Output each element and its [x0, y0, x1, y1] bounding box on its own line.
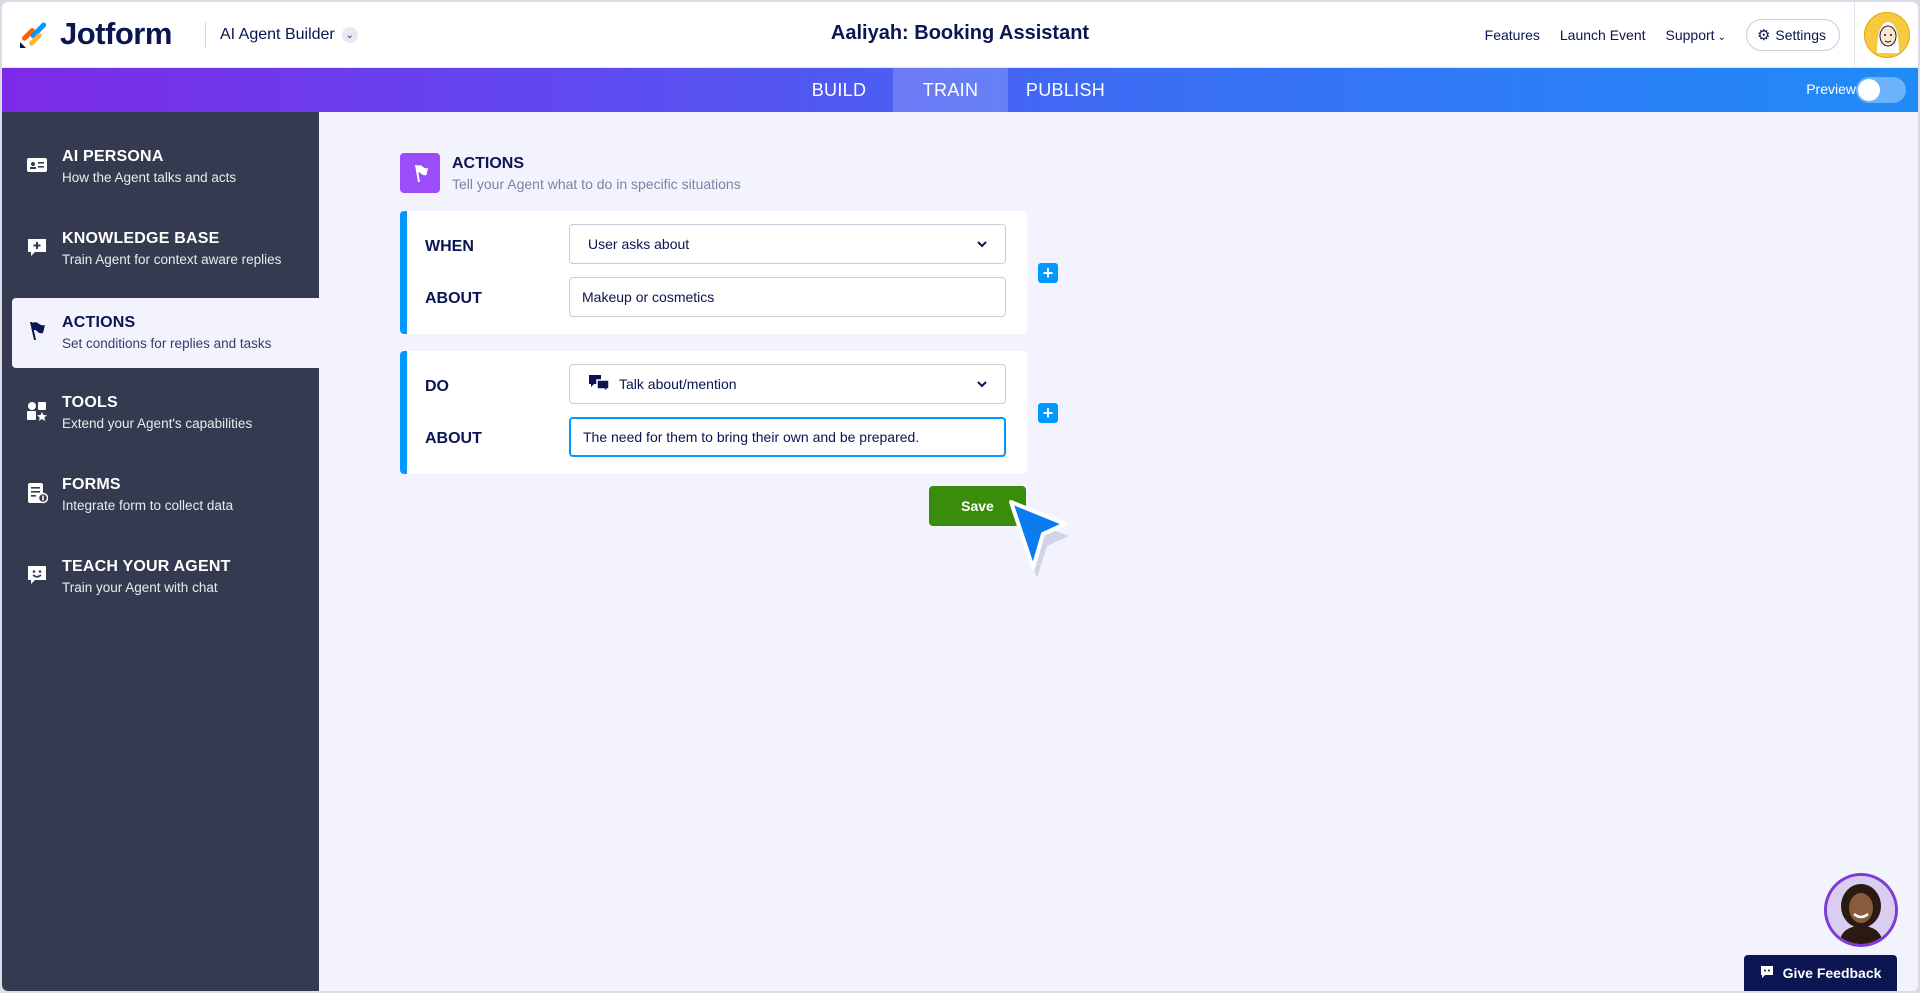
smile-chat-icon	[26, 564, 48, 586]
add-condition-button[interactable]: +	[1038, 263, 1058, 283]
sidebar-item-forms[interactable]: FORMS Integrate form to collect data	[12, 460, 319, 530]
preview-toggle[interactable]	[1856, 77, 1906, 103]
do-dropdown[interactable]: Talk about/mention	[569, 364, 1006, 404]
sidebar-item-subtitle: Train Agent for context aware replies	[62, 252, 282, 267]
form-icon	[26, 482, 49, 504]
sidebar-item-actions[interactable]: ACTIONS Set conditions for replies and t…	[12, 298, 319, 368]
give-feedback-button[interactable]: Give Feedback	[1744, 955, 1897, 991]
settings-button[interactable]: ⚙ Settings	[1745, 19, 1840, 51]
sidebar-item-title: FORMS	[62, 476, 121, 493]
sidebar-item-ai-persona[interactable]: AI PERSONA How the Agent talks and acts	[12, 132, 319, 202]
user-avatar-container	[1854, 2, 1918, 68]
speech-bubbles-icon	[589, 375, 610, 394]
sidebar-item-title: AI PERSONA	[62, 148, 164, 165]
do-label: DO	[425, 378, 449, 395]
id-card-icon	[26, 154, 48, 176]
when-label: WHEN	[425, 238, 474, 255]
when-dropdown[interactable]: User asks about	[569, 224, 1006, 264]
tab-publish[interactable]: PUBLISH	[1008, 68, 1123, 112]
toggle-knob	[1858, 79, 1880, 101]
condition-about-value: Makeup or cosmetics	[582, 289, 715, 305]
nav-support[interactable]: Support ⌄	[1666, 27, 1726, 43]
settings-label: Settings	[1775, 27, 1826, 43]
action-about-input[interactable]: The need for them to bring their own and…	[569, 417, 1006, 457]
top-header: Jotform AI Agent Builder ⌄ Aaliyah: Book…	[2, 2, 1918, 68]
about-label: ABOUT	[425, 430, 482, 447]
nav-features[interactable]: Features	[1485, 27, 1540, 43]
flag-icon	[400, 153, 440, 193]
nav-support-label: Support	[1665, 27, 1715, 43]
gear-icon: ⚙	[1756, 27, 1771, 44]
mode-tabbar: BUILD TRAIN PUBLISH Preview	[2, 68, 1918, 112]
avatar[interactable]	[1863, 12, 1910, 58]
add-action-button[interactable]: +	[1038, 403, 1058, 423]
sidebar-item-title: ACTIONS	[62, 314, 136, 331]
feedback-icon	[1760, 965, 1774, 982]
main-content: ACTIONS Tell your Agent what to do in sp…	[319, 112, 1918, 991]
sidebar-item-subtitle: Integrate form to collect data	[62, 498, 234, 513]
sidebar: AI PERSONA How the Agent talks and acts …	[2, 112, 319, 991]
sidebar-item-subtitle: How the Agent talks and acts	[62, 170, 237, 185]
flag-icon	[26, 320, 48, 342]
sidebar-item-knowledge-base[interactable]: KNOWLEDGE BASE Train Agent for context a…	[12, 214, 319, 284]
pointer-cursor-icon	[1009, 500, 1069, 578]
nav-launch-event[interactable]: Launch Event	[1560, 27, 1646, 43]
tab-train[interactable]: TRAIN	[893, 68, 1008, 112]
section-subtitle: Tell your Agent what to do in specific s…	[452, 176, 741, 192]
sidebar-item-subtitle: Extend your Agent's capabilities	[62, 416, 253, 431]
preview-label: Preview	[1806, 81, 1856, 97]
action-card: DO Talk about/mention ABOUT The need for…	[400, 351, 1027, 474]
agent-avatar-image	[1827, 876, 1895, 944]
shapes-icon	[26, 400, 48, 422]
condition-card: WHEN User asks about ABOUT Makeup or cos…	[400, 211, 1027, 334]
chat-plus-icon	[26, 236, 48, 258]
sidebar-item-title: TEACH YOUR AGENT	[62, 558, 231, 575]
chevron-down-icon: ⌄	[1717, 32, 1726, 43]
sidebar-item-title: KNOWLEDGE BASE	[62, 230, 220, 247]
chevron-down-icon	[977, 241, 987, 248]
header-nav: Features Launch Event Support ⌄ ⚙ Setting…	[1485, 2, 1918, 68]
when-value: User asks about	[588, 236, 690, 252]
about-label: ABOUT	[425, 290, 482, 307]
condition-about-input[interactable]: Makeup or cosmetics	[569, 277, 1006, 317]
section-title: ACTIONS	[452, 155, 524, 172]
sidebar-item-tools[interactable]: TOOLS Extend your Agent's capabilities	[12, 378, 319, 448]
chevron-down-icon	[977, 381, 987, 388]
agent-avatar[interactable]	[1824, 873, 1898, 947]
action-about-value: The need for them to bring their own and…	[583, 429, 920, 445]
feedback-label: Give Feedback	[1782, 965, 1882, 981]
sidebar-item-title: TOOLS	[62, 394, 118, 411]
do-value: Talk about/mention	[619, 376, 737, 392]
tab-build[interactable]: BUILD	[789, 68, 889, 112]
app-window: Jotform AI Agent Builder ⌄ Aaliyah: Book…	[2, 2, 1918, 991]
sidebar-item-subtitle: Set conditions for replies and tasks	[62, 336, 272, 351]
sidebar-item-teach-your-agent[interactable]: TEACH YOUR AGENT Train your Agent with c…	[12, 542, 319, 612]
sidebar-item-subtitle: Train your Agent with chat	[62, 580, 218, 595]
